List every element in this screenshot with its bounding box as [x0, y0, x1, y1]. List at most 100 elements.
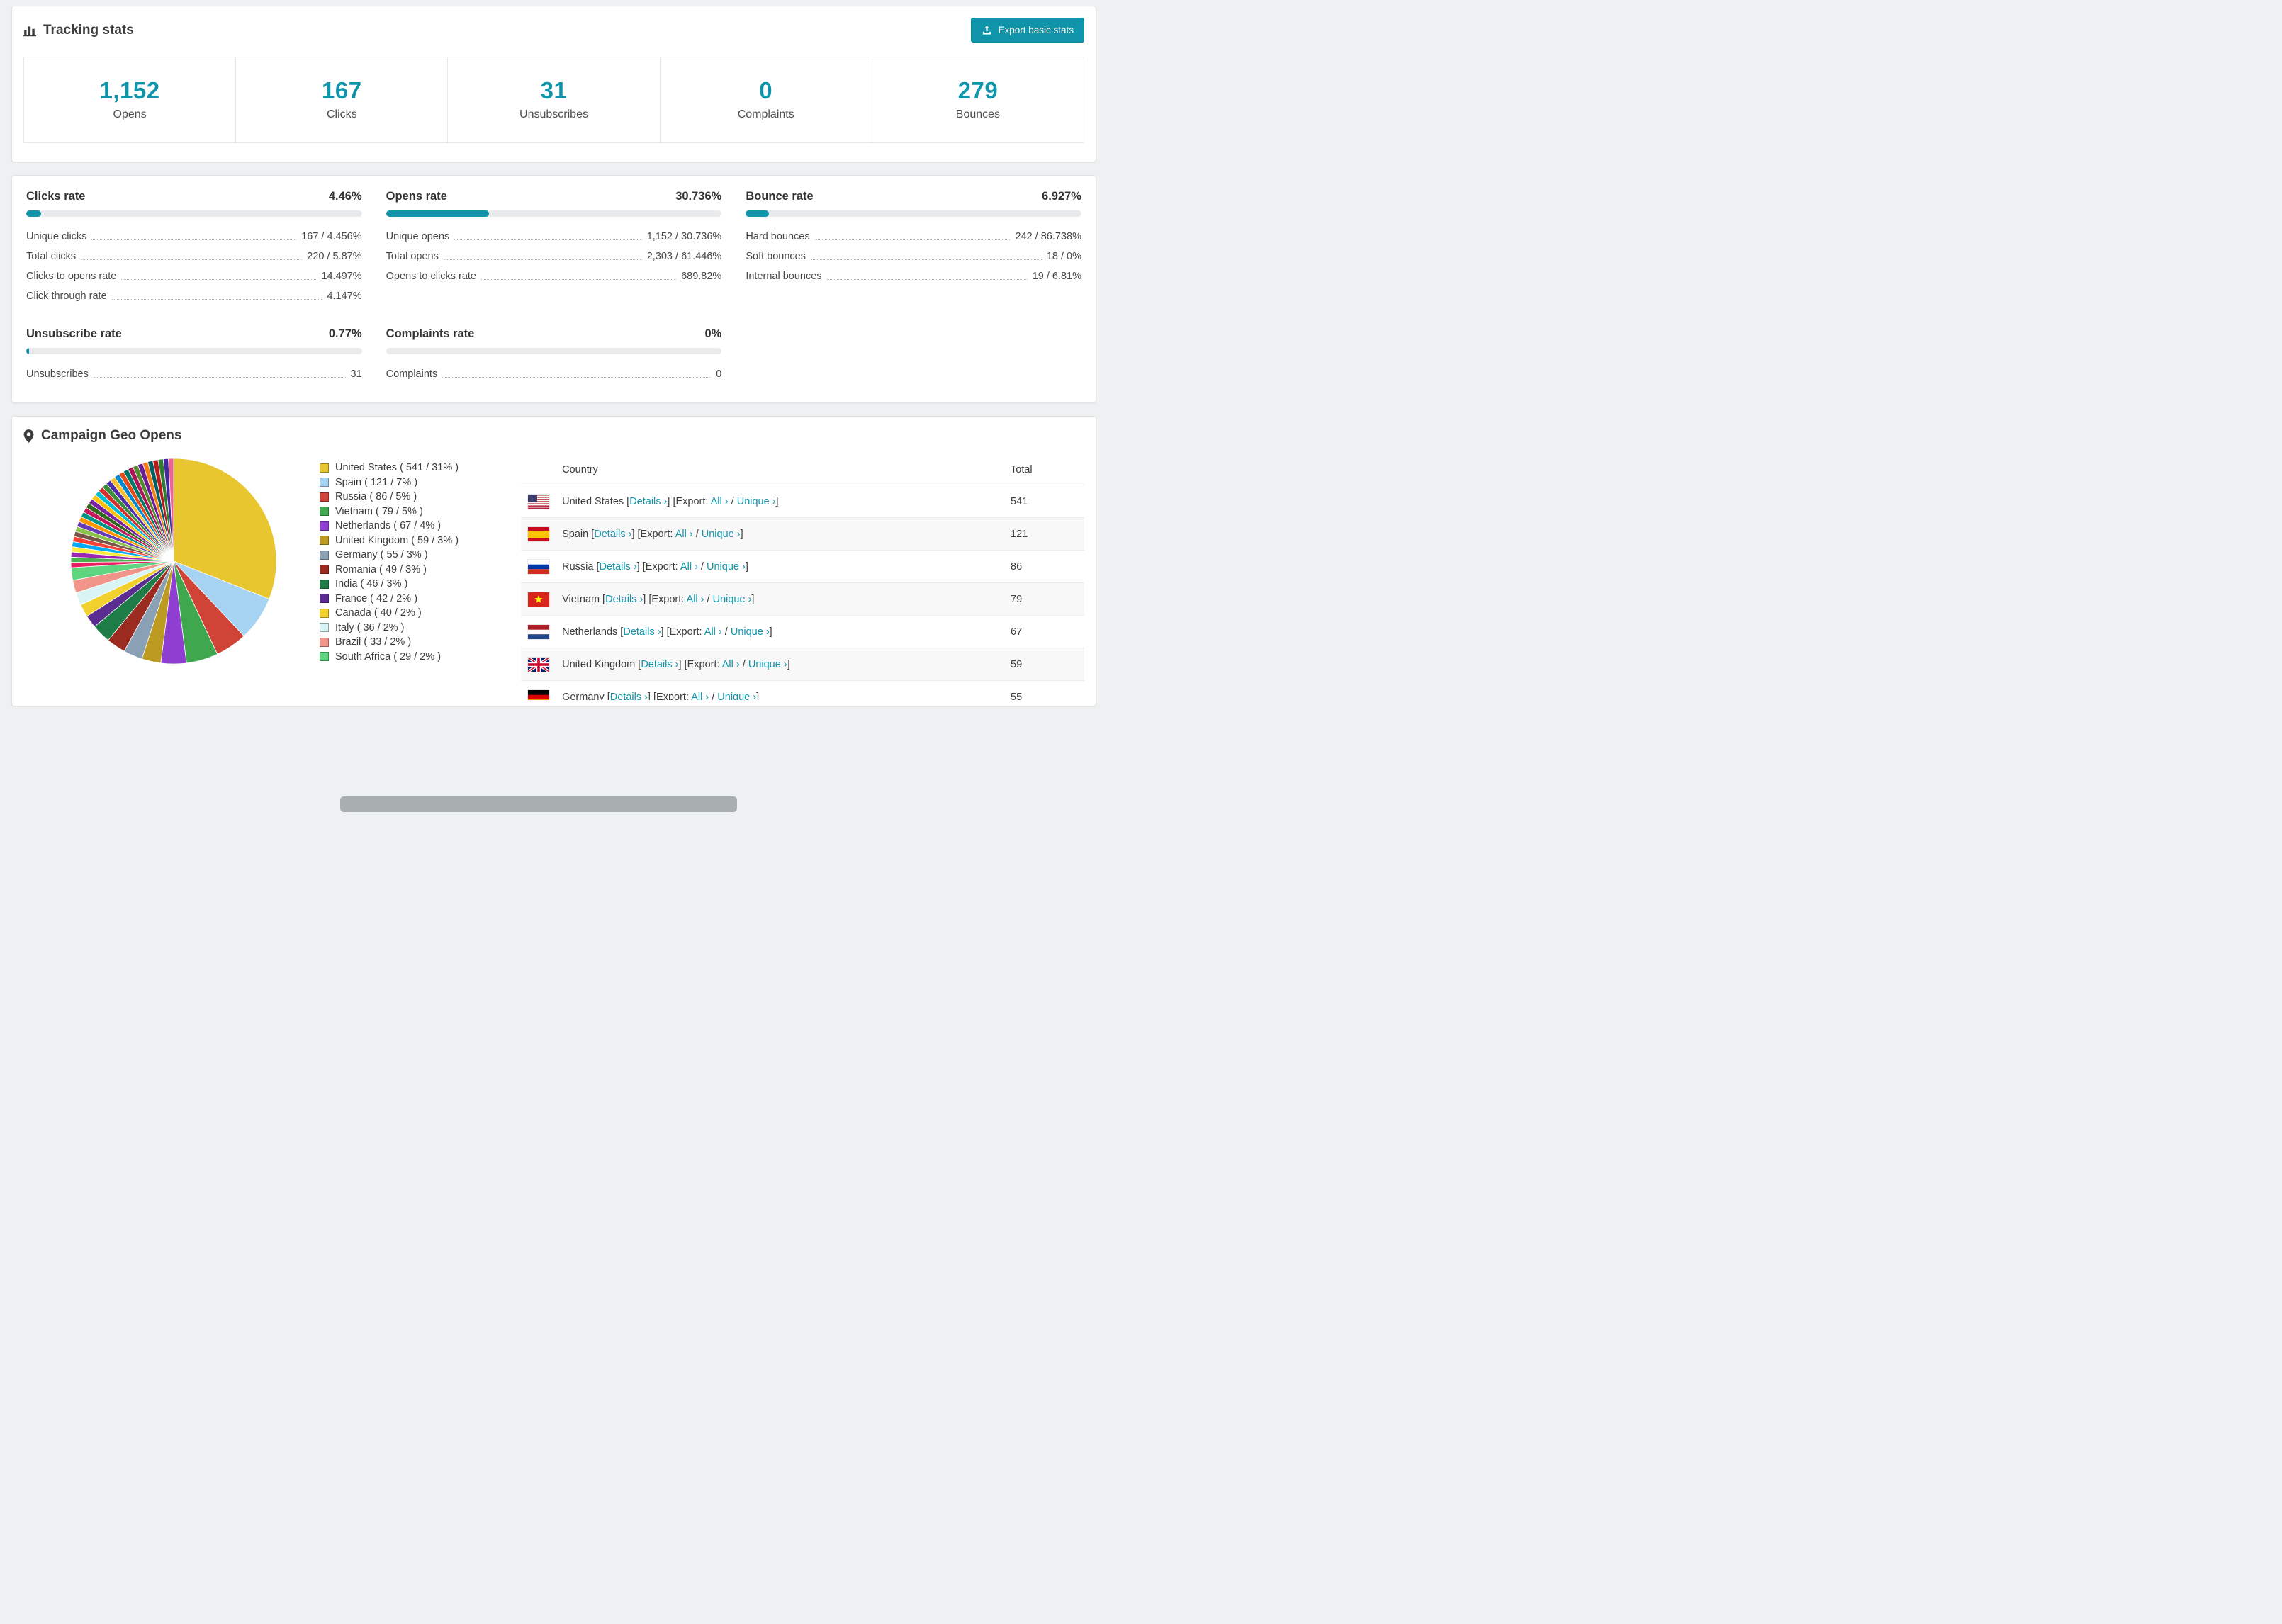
rate-row: Opens to clicks rate 689.82%: [386, 265, 722, 285]
export-unique-link[interactable]: Unique ›: [702, 529, 741, 540]
export-all-link[interactable]: All ›: [687, 594, 704, 605]
rate-row: Total opens 2,303 / 61.446%: [386, 245, 722, 265]
rate-block: Opens rate 30.736% Unique opens 1,152 / …: [386, 190, 722, 305]
progress-bar: [26, 210, 362, 217]
export-all-link[interactable]: All ›: [711, 496, 729, 507]
progress-bar: [746, 210, 1081, 217]
legend-item: Brazil ( 33 / 2% ): [320, 635, 459, 650]
legend-item: Germany ( 55 / 3% ): [320, 548, 459, 563]
stat-value: 0: [759, 77, 773, 103]
stat-box-unsubscribes: 31 Unsubscribes: [447, 57, 661, 143]
dotted-leader: [810, 259, 1042, 260]
details-link[interactable]: Details ›: [629, 496, 667, 507]
rate-block: Complaints rate 0% Complaints 0: [386, 327, 722, 383]
export-all-link[interactable]: All ›: [675, 529, 693, 540]
rate-value: 0%: [704, 327, 722, 340]
legend-label: Romania ( 49 / 3% ): [335, 563, 427, 575]
flag-icon-ru: [528, 559, 550, 574]
rate-row-label: Opens to clicks rate: [386, 271, 476, 282]
rate-row-value: 14.497%: [321, 271, 362, 282]
page: Tracking stats Export basic stats 1,152 …: [0, 0, 1108, 812]
stats-row: 1,152 Opens 167 Clicks 31 Unsubscribes 0…: [12, 51, 1096, 162]
legend-swatch: [320, 507, 329, 517]
geo-table: Country Total United States [Details ›] …: [521, 455, 1084, 700]
legend-label: Spain ( 121 / 7% ): [335, 476, 418, 488]
column-header-country: Country: [562, 464, 598, 475]
rate-header: Unsubscribe rate 0.77%: [26, 327, 362, 341]
legend-swatch: [320, 463, 329, 473]
legend-item: United States ( 541 / 31% ): [320, 461, 459, 475]
total-cell: 541: [1011, 495, 1028, 507]
rate-row: Total clicks 220 / 5.87%: [26, 245, 362, 265]
rate-row-value: 4.147%: [327, 291, 362, 302]
rate-row-label: Total opens: [386, 251, 439, 262]
rate-row-label: Unique clicks: [26, 231, 87, 242]
rate-row-value: 18 / 0%: [1046, 251, 1081, 262]
table-row: Spain [Details ›] [Export: All › / Uniqu…: [521, 517, 1084, 550]
legend-label: Vietnam ( 79 / 5% ): [335, 505, 423, 517]
progress-bar: [386, 348, 722, 354]
legend-swatch: [320, 536, 329, 546]
legend-item: Netherlands ( 67 / 4% ): [320, 519, 459, 534]
legend-label: South Africa ( 29 / 2% ): [335, 650, 442, 662]
table-row: Vietnam [Details ›] [Export: All › / Uni…: [521, 582, 1084, 615]
export-unique-link[interactable]: Unique ›: [748, 659, 787, 670]
rate-row-value: 220 / 5.87%: [307, 251, 362, 262]
export-basic-stats-button[interactable]: Export basic stats: [971, 18, 1084, 43]
rate-title: Opens rate: [386, 190, 447, 203]
rate-row-value: 1,152 / 30.736%: [646, 231, 722, 242]
export-unique-link[interactable]: Unique ›: [731, 626, 770, 638]
legend-swatch: [320, 565, 329, 575]
rate-row-label: Click through rate: [26, 291, 107, 302]
export-icon: [982, 25, 992, 35]
export-unique-link[interactable]: Unique ›: [737, 496, 776, 507]
export-all-link[interactable]: All ›: [691, 692, 709, 701]
export-all-link[interactable]: All ›: [680, 561, 698, 573]
export-basic-stats-label: Export basic stats: [998, 25, 1074, 35]
export-unique-link[interactable]: Unique ›: [717, 692, 756, 701]
details-link[interactable]: Details ›: [623, 626, 661, 638]
rate-value: 0.77%: [328, 327, 362, 340]
dotted-leader: [91, 239, 297, 240]
total-cell: 86: [1011, 560, 1023, 573]
legend-item: Italy ( 36 / 2% ): [320, 621, 459, 636]
geo-title-text: Campaign Geo Opens: [41, 428, 182, 443]
legend-item: United Kingdom ( 59 / 3% ): [320, 534, 459, 548]
export-all-link[interactable]: All ›: [704, 626, 722, 638]
legend-label: Canada ( 40 / 2% ): [335, 607, 422, 619]
rate-row-label: Unsubscribes: [26, 368, 89, 380]
rate-row-value: 31: [350, 368, 362, 380]
dotted-leader: [121, 279, 317, 280]
rate-row-value: 0: [716, 368, 722, 380]
legend-swatch: [320, 478, 329, 487]
rates-grid: Clicks rate 4.46% Unique clicks 167 / 4.…: [26, 190, 1081, 383]
stat-box-complaints: 0 Complaints: [659, 57, 872, 143]
legend-label: India ( 46 / 3% ): [335, 578, 408, 590]
dotted-leader: [443, 259, 642, 260]
rate-row-label: Clicks to opens rate: [26, 271, 117, 282]
export-unique-link[interactable]: Unique ›: [707, 561, 746, 573]
rate-title: Clicks rate: [26, 190, 86, 203]
flag-icon-nl: [528, 624, 550, 639]
details-link[interactable]: Details ›: [605, 594, 643, 605]
legend-label: Brazil ( 33 / 2% ): [335, 636, 412, 648]
geo-table-header: Country Total: [521, 455, 1084, 485]
rate-header: Clicks rate 4.46%: [26, 190, 362, 203]
legend-label: United Kingdom ( 59 / 3% ): [335, 534, 459, 546]
flag-icon-gb: [528, 657, 550, 672]
details-link[interactable]: Details ›: [599, 561, 636, 573]
details-link[interactable]: Details ›: [594, 529, 631, 540]
export-all-link[interactable]: All ›: [722, 659, 740, 670]
country-cell: Vietnam [Details ›] [Export: All › / Uni…: [562, 593, 755, 605]
details-link[interactable]: Details ›: [610, 692, 648, 701]
rate-row-label: Internal bounces: [746, 271, 822, 282]
total-cell: 121: [1011, 528, 1028, 540]
tracking-stats-header: Tracking stats Export basic stats: [12, 6, 1096, 51]
details-link[interactable]: Details ›: [641, 659, 678, 670]
horizontal-scrollbar-thumb[interactable]: [340, 796, 737, 812]
dotted-leader: [111, 299, 322, 300]
export-unique-link[interactable]: Unique ›: [713, 594, 752, 605]
rate-row: Unsubscribes 31: [26, 363, 362, 383]
stat-value: 1,152: [99, 77, 160, 103]
map-pin-icon: [23, 429, 34, 443]
